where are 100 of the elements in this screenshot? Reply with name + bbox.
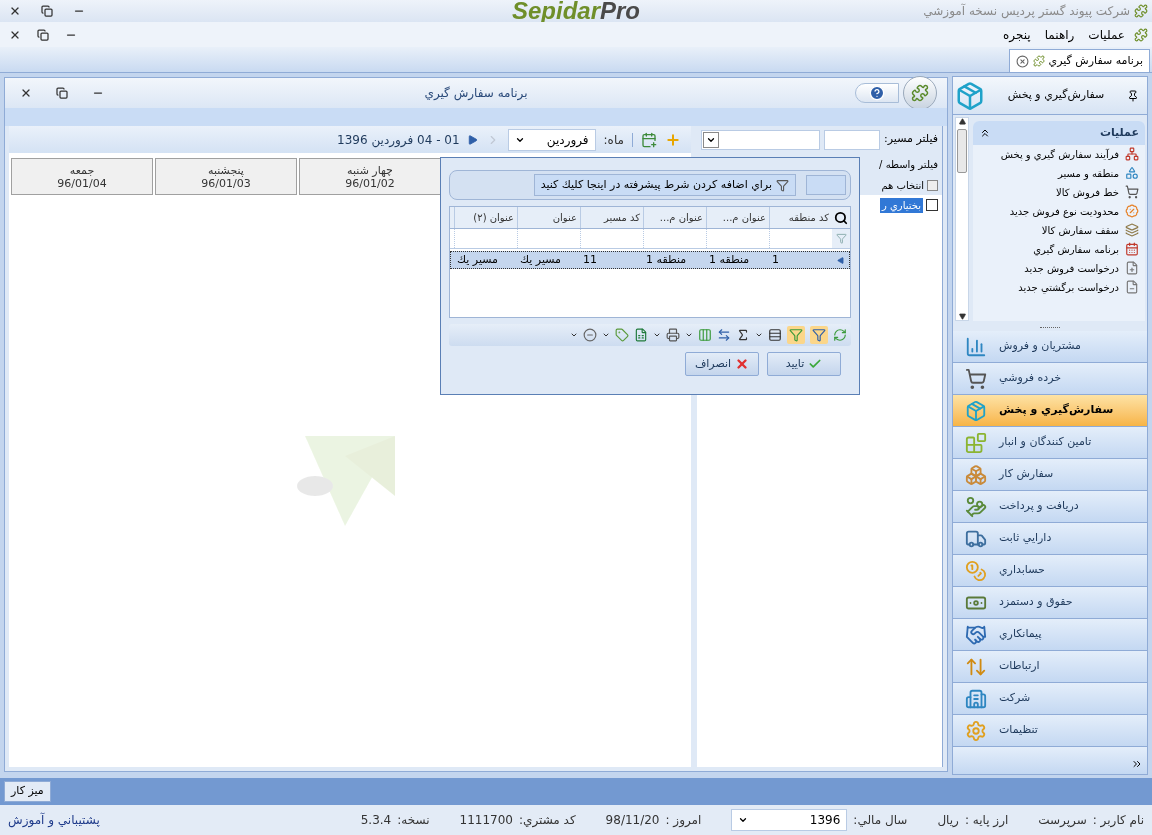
version-label: نسخه: <box>397 812 430 829</box>
input-field[interactable] <box>806 175 846 195</box>
refresh-icon[interactable] <box>833 328 847 342</box>
help-button[interactable] <box>855 83 899 103</box>
module-button[interactable]: سفارش كار <box>953 459 1147 491</box>
module-button[interactable]: حقوق و دستمزد <box>953 587 1147 619</box>
table-cell-text: 1 <box>771 252 780 268</box>
module-button[interactable]: دريافت و پرداخت <box>953 491 1147 523</box>
route-filter-label: فيلتر مسير: <box>884 131 938 148</box>
printer-icon[interactable] <box>666 328 680 342</box>
previous-arrow-icon[interactable] <box>467 134 478 145</box>
checkbox[interactable] <box>927 179 938 191</box>
module-button[interactable]: شركت <box>953 683 1147 715</box>
rows-icon[interactable] <box>768 328 782 342</box>
scroll-down-icon[interactable] <box>958 313 966 320</box>
task-link[interactable]: منطقه و مسير <box>1058 166 1119 181</box>
table-cell-text: 11 <box>582 252 598 268</box>
column-header[interactable]: كد مسير <box>580 207 643 228</box>
task-link[interactable]: سقف سفارش كالا <box>1041 223 1119 238</box>
task-link[interactable]: خط فروش كالا <box>1056 185 1119 200</box>
module-button[interactable]: تنظيمات <box>953 715 1147 747</box>
input-field[interactable] <box>824 129 881 150</box>
minus-circle-icon[interactable] <box>583 328 597 342</box>
table-cell-text: منطقه 1 <box>645 252 688 268</box>
task-link[interactable]: برنامه سفارش گيري <box>1033 242 1119 257</box>
advanced-filter-button[interactable]: براي اضافه كردن شرط پيشرفته در اينجا كليك كنيد <box>533 174 796 196</box>
caret-icon[interactable] <box>685 331 693 339</box>
column-header[interactable]: عنوان <box>517 207 580 228</box>
layers-icon <box>1125 223 1139 237</box>
caret-icon[interactable] <box>653 331 661 339</box>
vehicle-filter-label: فيلتر واسطه / <box>879 157 938 172</box>
scroll-up-icon[interactable] <box>958 118 966 125</box>
task-link[interactable]: درخواست فروش جديد <box>1024 261 1119 276</box>
cart-icon <box>1125 185 1139 199</box>
chart-icon <box>965 335 987 358</box>
taskbar-button[interactable]: ميز كار <box>4 781 51 802</box>
row-indicator-icon <box>836 256 844 264</box>
document-tab[interactable]: برنامه سفارش گيري <box>1008 49 1150 72</box>
caret-icon[interactable] <box>755 331 763 339</box>
module-button[interactable]: ارتباطات <box>953 651 1147 683</box>
module-button[interactable]: مشتريان و فروش <box>953 331 1147 363</box>
module-button[interactable]: تامين كنندگان و انبار <box>953 427 1147 459</box>
module-button[interactable]: حسابداري <box>953 555 1147 587</box>
menu-item[interactable]: راهنما <box>1039 25 1080 44</box>
column-header[interactable]: عنوان (۲) <box>454 207 517 228</box>
menu-item[interactable]: عمليات <box>1083 25 1130 44</box>
check-icon <box>808 357 823 371</box>
column-header[interactable]: عنوان م... <box>706 207 769 228</box>
table-cell-text: منطقه 1 <box>708 252 751 268</box>
building-icon <box>965 687 987 710</box>
settings-icon <box>965 719 987 742</box>
task-link[interactable]: محدوديت نوع فروش جديد <box>1009 204 1119 219</box>
fiscal-year-label: سال مالي: <box>853 812 908 829</box>
fiscal-year-select[interactable]: 1396 <box>731 809 848 831</box>
cancel-button[interactable]: انصراف <box>685 352 759 376</box>
blocks-icon <box>965 431 987 454</box>
calendar-icon <box>1125 242 1139 256</box>
calendar-add-icon[interactable] <box>641 131 657 148</box>
caret-icon[interactable] <box>602 331 610 339</box>
columns-icon[interactable] <box>698 328 712 342</box>
column-header[interactable]: عنوان م... <box>643 207 706 228</box>
network-icon <box>1125 147 1139 161</box>
module-button[interactable]: سفارش‌گيري و پخش <box>953 395 1147 427</box>
help-icon <box>869 85 885 101</box>
search-icon[interactable] <box>834 210 848 225</box>
support-link[interactable]: پشتيباني و آموزش <box>8 811 100 829</box>
menu-item[interactable]: پنجره <box>998 25 1036 44</box>
vehicle-item[interactable]: بختياري ر <box>880 197 923 213</box>
month-select[interactable]: فروردين <box>507 128 596 151</box>
checkbox[interactable] <box>926 199 938 211</box>
customer-code-value: 1111700 <box>459 812 513 829</box>
module-button[interactable]: خرده فروشي <box>953 363 1147 395</box>
cart-icon <box>965 367 987 390</box>
app-icon <box>1134 27 1148 42</box>
column-header[interactable]: كد منطقه <box>769 207 832 228</box>
task-link[interactable]: فرآيند سفارش گيري و پخش <box>1000 147 1119 162</box>
resize-icon[interactable] <box>717 328 731 342</box>
task-link[interactable]: درخواست برگشتي جديد <box>1018 280 1119 295</box>
spreadsheet-icon[interactable] <box>634 328 648 342</box>
scroll-thumb[interactable] <box>957 129 967 173</box>
collapse-icon[interactable] <box>979 127 991 139</box>
sum-icon[interactable] <box>736 328 750 342</box>
close-icon <box>20 87 32 99</box>
file-minus-icon <box>1125 280 1139 294</box>
pin-icon[interactable] <box>1127 89 1139 102</box>
module-button[interactable]: دارايي ثابت <box>953 523 1147 555</box>
more-icon[interactable] <box>1131 758 1143 770</box>
confirm-button[interactable]: تاييد <box>767 352 841 376</box>
filter-icon[interactable] <box>789 328 803 342</box>
route-dropdown[interactable] <box>701 129 821 150</box>
filter-icon[interactable] <box>812 328 826 342</box>
close-icon[interactable] <box>1015 54 1029 68</box>
box-icon <box>965 399 987 422</box>
caret-icon[interactable] <box>570 331 578 339</box>
document-icon <box>1032 55 1045 67</box>
month-label: ماه: <box>603 131 624 149</box>
module-button[interactable]: پيمانكاري <box>953 619 1147 651</box>
tag-icon[interactable] <box>615 328 629 342</box>
handshake-icon <box>965 623 987 646</box>
currency-label: ارز پايه : <box>964 812 1009 829</box>
